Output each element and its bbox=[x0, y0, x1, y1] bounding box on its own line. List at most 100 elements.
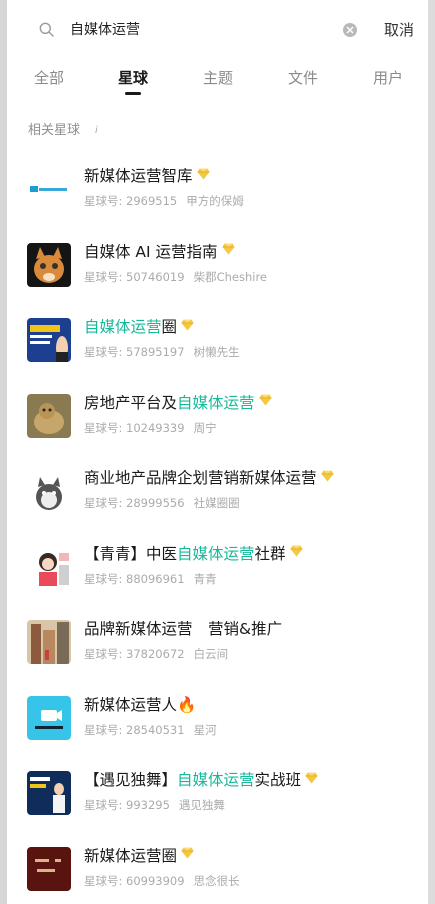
planet-id: 2969515 bbox=[122, 194, 178, 208]
result-item[interactable]: 自媒体运营圈星球号: 57895197 树懒先生 bbox=[7, 311, 428, 386]
planet-meta: 星球号: 60993909 思念很长 bbox=[84, 873, 240, 889]
planet-meta: 星球号: 88096961 青青 bbox=[84, 571, 217, 587]
planet-id: 37820672 bbox=[122, 647, 185, 661]
planet-id-label: 星球号: bbox=[84, 496, 123, 510]
planet-title: 【遇见独舞】自媒体运营实战班 bbox=[84, 769, 318, 792]
tab-all[interactable]: 全部 bbox=[34, 68, 64, 88]
planet-id-label: 星球号: bbox=[84, 571, 123, 586]
planet-title-text: 新媒体运营智库 bbox=[84, 167, 193, 185]
diamond-icon bbox=[181, 843, 194, 865]
planet-title: 商业地产品牌企划营销新媒体运营 bbox=[84, 467, 334, 490]
planet-owner: 社媒圈圈 bbox=[193, 496, 240, 510]
planet-title-suffix: 社群 bbox=[254, 544, 286, 563]
active-tab-indicator bbox=[125, 92, 141, 95]
clear-icon[interactable] bbox=[343, 23, 357, 37]
planet-id: 50746019 bbox=[122, 269, 185, 284]
diamond-icon bbox=[197, 164, 210, 186]
planet-id-label: 星球号: bbox=[84, 873, 123, 888]
search-icon bbox=[39, 22, 54, 37]
planet-title-text: 新媒体运营人🔥 bbox=[84, 695, 197, 714]
planet-id-label: 星球号: bbox=[84, 798, 123, 812]
planet-meta: 星球号: 37820672 白云间 bbox=[84, 646, 228, 662]
result-item[interactable]: 新媒体运营智库星球号: 2969515 甲方的保姆 bbox=[7, 160, 428, 235]
planet-id: 88096961 bbox=[122, 571, 185, 586]
planet-id-label: 星球号: bbox=[84, 345, 123, 359]
planet-title-suffix: 实战班 bbox=[254, 771, 302, 789]
result-item[interactable]: 新媒体运营人🔥 星球号: 28540531 星河 bbox=[7, 689, 428, 764]
planet-meta: 星球号: 2969515 甲方的保姆 bbox=[84, 193, 244, 209]
keyword-highlight: 自媒体运营 bbox=[84, 318, 162, 336]
diamond-icon bbox=[259, 390, 272, 412]
search-input[interactable] bbox=[70, 18, 330, 42]
planet-title-text: 【青青】中医 bbox=[84, 544, 178, 563]
planet-avatar bbox=[27, 393, 71, 438]
planet-title: 品牌新媒体运营 营销&推广 bbox=[84, 618, 282, 640]
planet-avatar bbox=[27, 167, 71, 211]
tab-planets[interactable]: 星球 bbox=[118, 68, 148, 88]
planet-title-text: 新媒体运营圈 bbox=[84, 846, 178, 865]
planet-owner: 思念很长 bbox=[193, 873, 240, 888]
result-item[interactable]: 自媒体 AI 运营指南星球号: 50746019 柴郡Cheshire bbox=[7, 236, 428, 311]
planet-meta: 星球号: 993295 遇见独舞 bbox=[84, 797, 225, 813]
planet-meta: 星球号: 57895197 树懒先生 bbox=[84, 344, 240, 360]
planet-avatar bbox=[27, 695, 71, 740]
result-item[interactable]: 【遇见独舞】自媒体运营实战班星球号: 993295 遇见独舞 bbox=[7, 764, 428, 839]
planet-id: 28540531 bbox=[122, 722, 185, 737]
planet-avatar bbox=[27, 318, 71, 362]
planet-id-label: 星球号: bbox=[84, 269, 123, 284]
info-icon[interactable]: i bbox=[95, 125, 98, 136]
planet-meta: 星球号: 10249339 周宁 bbox=[84, 420, 217, 436]
planet-title: 自媒体 AI 运营指南 bbox=[84, 241, 235, 264]
keyword-highlight: 自媒体运营 bbox=[177, 771, 255, 789]
planet-id: 60993909 bbox=[122, 873, 185, 888]
planet-id-label: 星球号: bbox=[84, 420, 123, 435]
planet-owner: 星河 bbox=[193, 722, 217, 737]
planet-meta: 星球号: 28540531 星河 bbox=[84, 722, 217, 738]
search-bar: 取消 bbox=[7, 0, 428, 60]
planet-title-text: 【遇见独舞】 bbox=[84, 771, 178, 789]
keyword-highlight: 自媒体运营 bbox=[177, 393, 255, 412]
planet-id: 57895197 bbox=[122, 345, 185, 359]
tab-files[interactable]: 文件 bbox=[288, 68, 318, 88]
planet-owner: 白云间 bbox=[193, 647, 229, 661]
tab-topics[interactable]: 主题 bbox=[203, 68, 233, 88]
result-item[interactable]: 【青青】中医自媒体运营社群星球号: 88096961 青青 bbox=[7, 538, 428, 613]
search-sheet: 取消 全部 星球 主题 文件 用户 相关星球 i 新媒体运营智库星球号: 296… bbox=[7, 0, 428, 904]
planet-title: 【青青】中医自媒体运营社群 bbox=[84, 543, 303, 566]
planet-id: 993295 bbox=[122, 798, 170, 812]
planet-title-text: 商业地产品牌企划营销新媒体运营 bbox=[84, 469, 317, 487]
result-item[interactable]: 新媒体运营圈星球号: 60993909 思念很长 bbox=[7, 840, 428, 904]
planet-avatar bbox=[27, 846, 71, 891]
planet-title: 新媒体运营圈 bbox=[84, 845, 194, 868]
planet-avatar bbox=[27, 771, 71, 815]
planet-avatar bbox=[27, 469, 71, 513]
planet-title: 自媒体运营圈 bbox=[84, 316, 194, 339]
tab-users[interactable]: 用户 bbox=[373, 68, 403, 88]
cancel-button[interactable]: 取消 bbox=[384, 19, 414, 41]
planet-title: 新媒体运营智库 bbox=[84, 165, 210, 188]
planet-title-text: 房地产平台及 bbox=[84, 393, 178, 412]
planet-avatar bbox=[27, 242, 71, 287]
keyword-highlight: 自媒体运营 bbox=[177, 544, 255, 563]
planet-meta: 星球号: 50746019 柴郡Cheshire bbox=[84, 269, 267, 285]
planet-avatar bbox=[27, 620, 71, 664]
planet-title-suffix: 圈 bbox=[161, 318, 178, 336]
planet-title-text: 品牌新媒体运营 营销&推广 bbox=[84, 620, 283, 638]
result-item[interactable]: 品牌新媒体运营 营销&推广 星球号: 37820672 白云间 bbox=[7, 613, 428, 688]
planet-title: 新媒体运营人🔥 bbox=[84, 694, 196, 716]
diamond-icon bbox=[305, 768, 318, 790]
diamond-icon bbox=[222, 239, 235, 261]
planet-id: 28999556 bbox=[122, 496, 185, 510]
planet-owner: 青青 bbox=[193, 571, 217, 586]
planet-avatar bbox=[27, 544, 71, 589]
planet-owner: 周宁 bbox=[193, 420, 217, 435]
planet-title: 房地产平台及自媒体运营 bbox=[84, 392, 272, 415]
result-item[interactable]: 房地产平台及自媒体运营星球号: 10249339 周宁 bbox=[7, 387, 428, 462]
tab-bar: 全部 星球 主题 文件 用户 bbox=[7, 60, 428, 100]
result-item[interactable]: 商业地产品牌企划营销新媒体运营星球号: 28999556 社媒圈圈 bbox=[7, 462, 428, 537]
planet-id-label: 星球号: bbox=[84, 722, 123, 737]
planet-id: 10249339 bbox=[122, 420, 185, 435]
planet-id-label: 星球号: bbox=[84, 194, 123, 208]
diamond-icon bbox=[321, 466, 334, 488]
section-title: 相关星球 bbox=[28, 123, 81, 138]
